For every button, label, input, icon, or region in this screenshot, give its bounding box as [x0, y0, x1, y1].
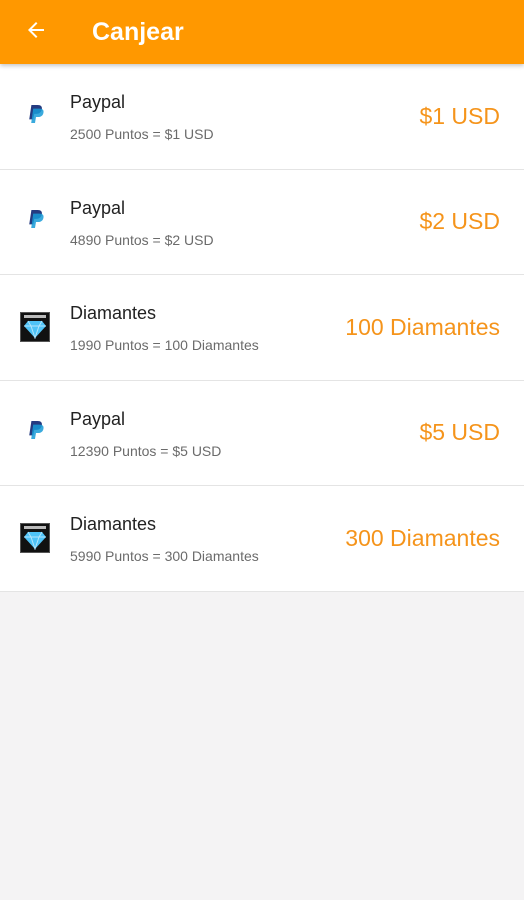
reward-item-diamantes-1[interactable]: Diamantes 1990 Puntos = 100 Diamantes 10…	[0, 275, 524, 381]
reward-points: 5990 Puntos = 300 Diamantes	[70, 548, 259, 565]
reward-value: $1 USD	[419, 102, 500, 129]
arrow-left-icon	[24, 18, 48, 47]
reward-points: 12390 Puntos = $5 USD	[70, 442, 222, 459]
paypal-icon	[26, 104, 44, 129]
reward-value: $5 USD	[419, 419, 500, 446]
page-title: Canjear	[92, 17, 184, 46]
reward-item-paypal-2[interactable]: Paypal 4890 Puntos = $2 USD $2 USD	[0, 170, 524, 275]
reward-name: Paypal	[70, 197, 126, 218]
reward-item-diamantes-2[interactable]: Diamantes 5990 Puntos = 300 Diamantes 30…	[0, 486, 524, 592]
reward-item-paypal-3[interactable]: Paypal 12390 Puntos = $5 USD $5 USD	[0, 381, 524, 486]
reward-points: 2500 Puntos = $1 USD	[70, 126, 214, 143]
reward-value: 300 Diamantes	[345, 524, 500, 551]
diamond-icon	[20, 523, 50, 554]
reward-points: 1990 Puntos = 100 Diamantes	[70, 337, 259, 354]
diamond-icon	[20, 312, 50, 343]
reward-value: $2 USD	[419, 208, 500, 235]
rewards-list: Paypal 2500 Puntos = $1 USD $1 USD Paypa…	[0, 64, 524, 592]
back-button[interactable]	[0, 0, 72, 64]
reward-item-paypal-1[interactable]: Paypal 2500 Puntos = $1 USD $1 USD	[0, 64, 524, 170]
reward-name: Paypal	[70, 408, 126, 429]
app-bar: Canjear	[0, 0, 524, 64]
reward-name: Diamantes	[70, 514, 157, 535]
paypal-icon	[26, 420, 44, 445]
reward-name: Paypal	[70, 92, 126, 113]
paypal-icon	[26, 209, 44, 234]
reward-name: Diamantes	[70, 303, 157, 324]
reward-points: 4890 Puntos = $2 USD	[70, 231, 214, 248]
reward-value: 100 Diamantes	[345, 313, 500, 340]
